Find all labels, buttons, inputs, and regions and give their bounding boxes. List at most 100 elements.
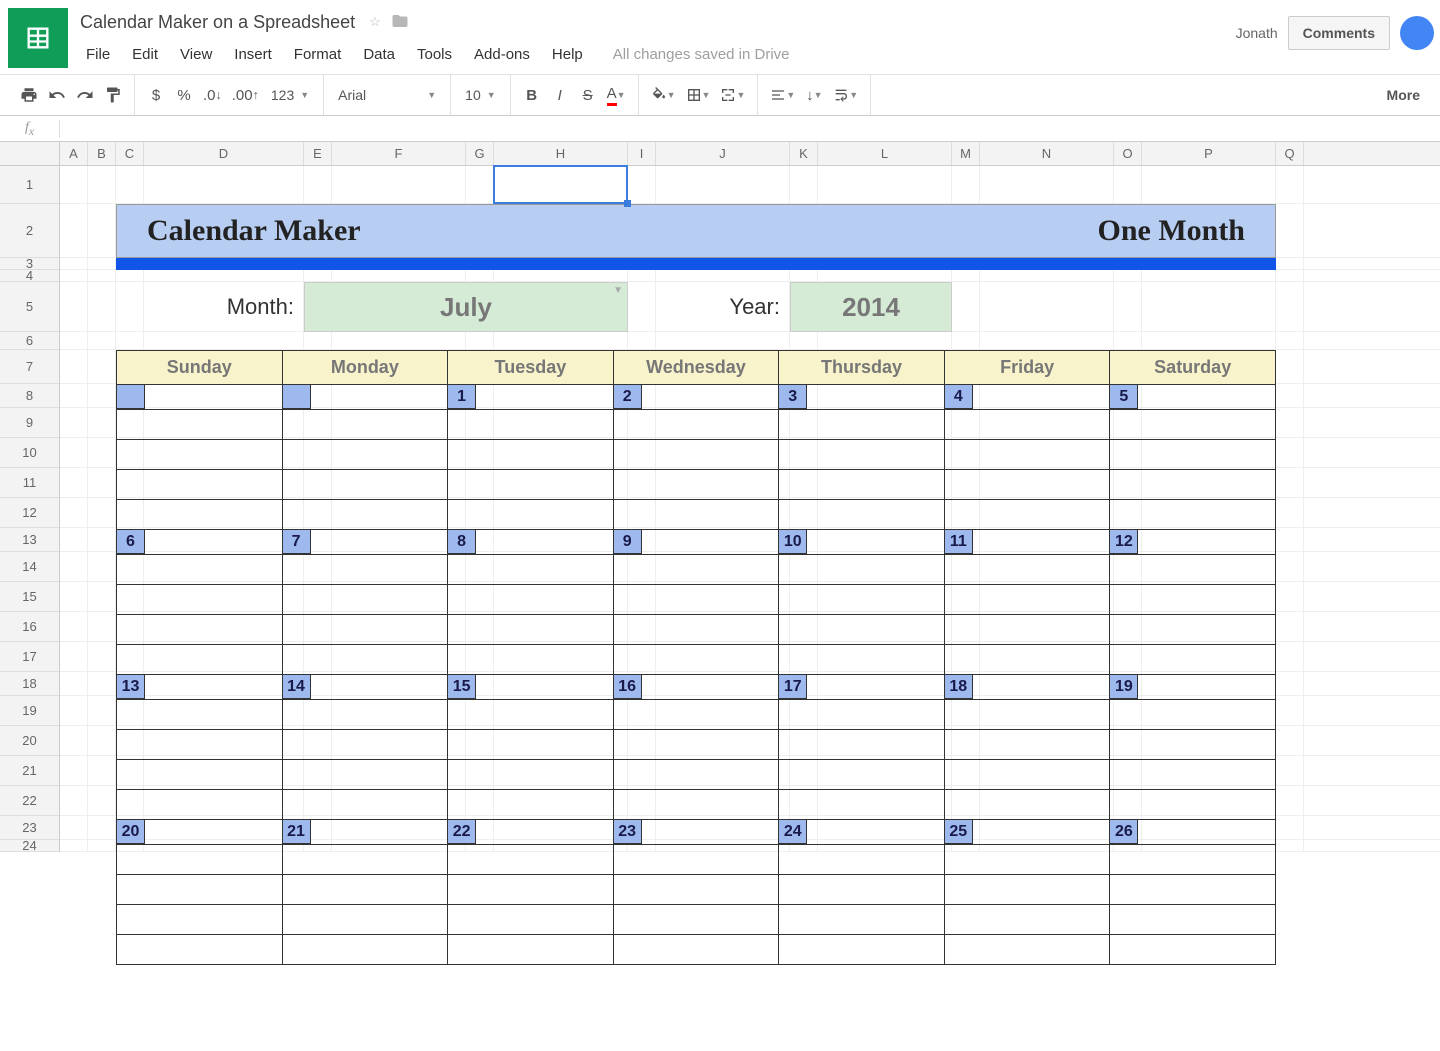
sheets-logo[interactable] [8,8,68,68]
row-header[interactable]: 16 [0,612,59,642]
date-chip[interactable]: 4 [945,385,973,409]
date-chip[interactable]: 3 [779,385,807,409]
column-header[interactable]: J [656,142,790,165]
calendar-cell[interactable]: 20 [117,820,283,845]
calendar-body-cell[interactable] [944,585,1110,615]
calendar-body-cell[interactable] [282,440,448,470]
calendar-body-cell[interactable] [779,615,945,645]
calendar-cell[interactable]: 24 [779,820,945,845]
column-header[interactable]: E [304,142,332,165]
menu-insert[interactable]: Insert [224,42,282,67]
column-header[interactable]: P [1142,142,1276,165]
calendar-cell[interactable]: 19 [1110,675,1276,700]
date-chip[interactable]: 11 [945,530,973,554]
calendar-body-cell[interactable] [117,790,283,820]
calendar-cell[interactable]: 18 [944,675,1110,700]
calendar-body-cell[interactable] [944,790,1110,820]
date-chip[interactable]: 18 [945,675,973,699]
calendar-body-cell[interactable] [944,440,1110,470]
calendar-body-cell[interactable] [944,935,1110,965]
row-header[interactable]: 24 [0,840,59,852]
menu-help[interactable]: Help [542,42,593,67]
menu-format[interactable]: Format [284,42,352,67]
calendar-body-cell[interactable] [448,790,614,820]
row-header[interactable]: 11 [0,468,59,498]
calendar-body-cell[interactable] [448,555,614,585]
calendar-body-cell[interactable] [1110,935,1276,965]
calendar-body-cell[interactable] [448,730,614,760]
calendar-body-cell[interactable] [779,700,945,730]
paint-format-icon[interactable] [100,82,126,108]
row-header[interactable]: 8 [0,384,59,408]
calendar-body-cell[interactable] [282,935,448,965]
calendar-body-cell[interactable] [1110,790,1276,820]
calendar-body-cell[interactable] [282,410,448,440]
print-icon[interactable] [16,82,42,108]
date-chip[interactable]: 19 [1110,675,1138,699]
calendar-body-cell[interactable] [1110,500,1276,530]
row-header[interactable]: 21 [0,756,59,786]
calendar-body-cell[interactable] [779,585,945,615]
menu-file[interactable]: File [76,42,120,67]
increase-decimal-icon[interactable]: .00↑ [228,82,263,108]
merge-cells-icon[interactable]: ▼ [716,82,749,108]
menu-data[interactable]: Data [353,42,405,67]
calendar-body-cell[interactable] [779,935,945,965]
calendar-body-cell[interactable] [613,585,779,615]
row-header[interactable]: 20 [0,726,59,756]
column-header[interactable]: M [952,142,980,165]
borders-icon[interactable]: ▼ [682,82,715,108]
selection-handle[interactable] [624,200,631,207]
calendar-body-cell[interactable] [1110,585,1276,615]
menu-view[interactable]: View [170,42,222,67]
bold-icon[interactable]: B [519,82,545,108]
calendar-body-cell[interactable] [1110,845,1276,875]
calendar-cell[interactable] [117,385,283,410]
row-header[interactable]: 13 [0,528,59,552]
calendar-body-cell[interactable] [1110,555,1276,585]
row-header[interactable]: 6 [0,332,59,350]
calendar-body-cell[interactable] [117,700,283,730]
calendar-body-cell[interactable] [613,700,779,730]
calendar-body-cell[interactable] [448,440,614,470]
calendar-cell[interactable]: 11 [944,530,1110,555]
text-color-icon[interactable]: A ▼ [603,82,630,108]
column-header[interactable]: B [88,142,116,165]
calendar-cell[interactable] [282,385,448,410]
calendar-cell[interactable]: 17 [779,675,945,700]
calendar-body-cell[interactable] [282,555,448,585]
calendar-cell[interactable]: 3 [779,385,945,410]
star-icon[interactable]: ☆ [369,14,381,30]
calendar-cell[interactable]: 22 [448,820,614,845]
column-header[interactable]: O [1114,142,1142,165]
calendar-body-cell[interactable] [779,410,945,440]
calendar-cell[interactable]: 10 [779,530,945,555]
row-header[interactable]: 23 [0,816,59,840]
column-header[interactable]: K [790,142,818,165]
calendar-body-cell[interactable] [117,470,283,500]
calendar-body-cell[interactable] [282,845,448,875]
row-header[interactable]: 4 [0,270,59,282]
column-header[interactable]: A [60,142,88,165]
date-chip[interactable]: 8 [448,530,476,554]
calendar-body-cell[interactable] [613,500,779,530]
calendar-body-cell[interactable] [613,845,779,875]
font-size-dropdown[interactable]: 10 ▼ [459,82,502,108]
calendar-body-cell[interactable] [613,440,779,470]
align-icon[interactable]: ▼ [766,82,799,108]
calendar-cell[interactable]: 13 [117,675,283,700]
calendar-body-cell[interactable] [448,470,614,500]
strikethrough-icon[interactable]: S [575,82,601,108]
calendar-body-cell[interactable] [1110,730,1276,760]
calendar-body-cell[interactable] [613,875,779,905]
calendar-body-cell[interactable] [613,935,779,965]
calendar-body-cell[interactable] [613,645,779,675]
percent-icon[interactable]: % [171,82,197,108]
calendar-body-cell[interactable] [1110,760,1276,790]
calendar-body-cell[interactable] [944,760,1110,790]
wrap-icon[interactable]: ▼ [829,82,862,108]
column-header[interactable]: L [818,142,952,165]
menu-tools[interactable]: Tools [407,42,462,67]
column-header[interactable]: N [980,142,1114,165]
calendar-body-cell[interactable] [613,410,779,440]
